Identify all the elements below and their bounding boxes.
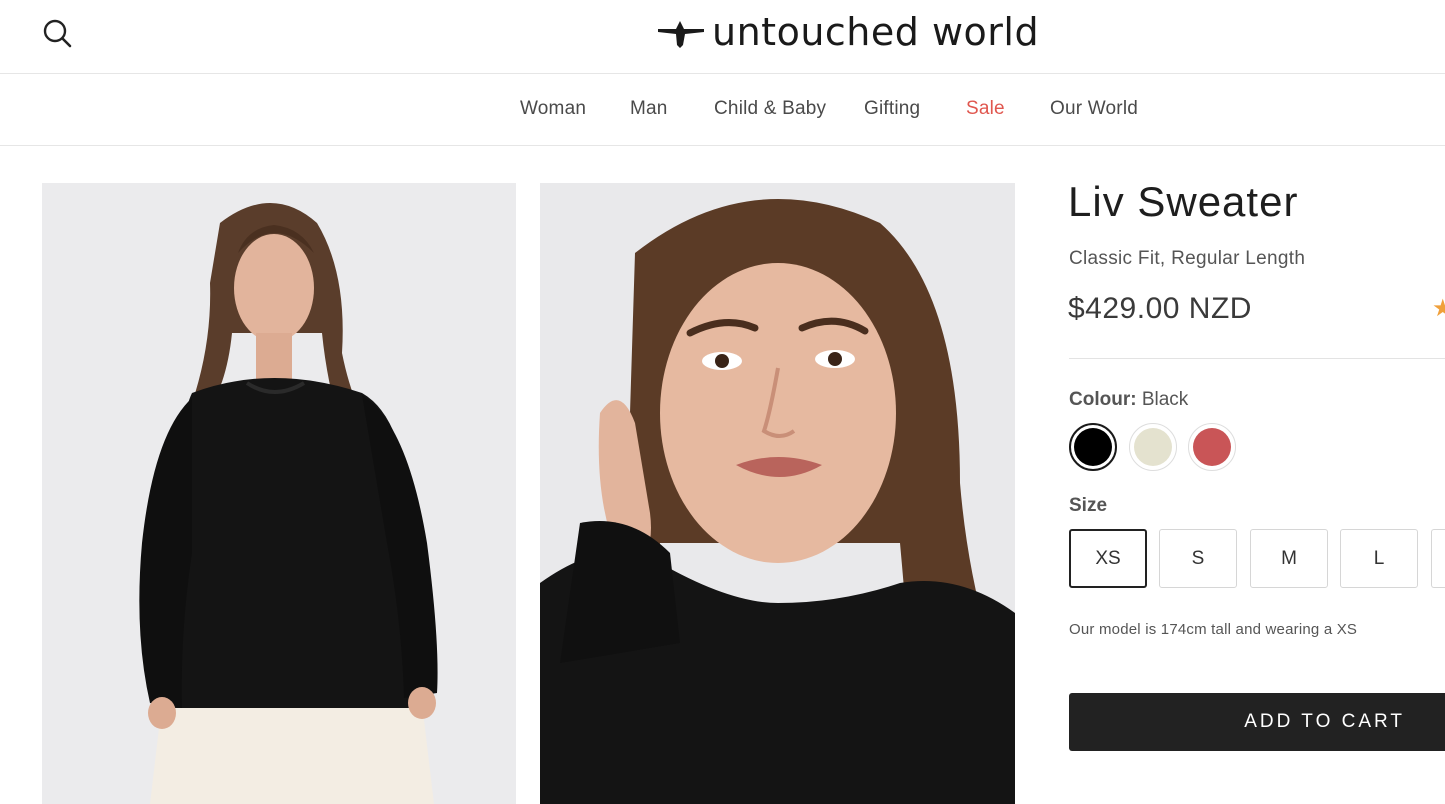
model-illustration — [42, 183, 516, 804]
swatch-color — [1074, 428, 1112, 466]
size-option-xs[interactable]: XS — [1069, 529, 1147, 588]
nav-item-sale[interactable]: Sale — [966, 98, 1005, 120]
logo-text: untouched world — [712, 10, 1040, 54]
swatch-color — [1193, 428, 1231, 466]
colour-label: Colour: — [1069, 389, 1137, 410]
size-option-l[interactable]: L — [1340, 529, 1418, 588]
colour-selection-label: Colour: Black — [1069, 389, 1188, 411]
colour-swatch-black[interactable] — [1069, 423, 1117, 471]
main-navigation: Woman Man Child & Baby Gifting Sale Our … — [0, 74, 1445, 146]
product-photo-close-up[interactable] — [540, 183, 1015, 804]
nav-item-our-world[interactable]: Our World — [1050, 98, 1138, 120]
rating-star-icon[interactable]: ★ — [1432, 294, 1445, 323]
colour-value: Black — [1141, 389, 1189, 410]
top-header: untouched world — [0, 0, 1445, 74]
size-option-s[interactable]: S — [1159, 529, 1237, 588]
nav-item-gifting[interactable]: Gifting — [864, 98, 920, 120]
nav-item-man[interactable]: Man — [630, 98, 668, 120]
size-label: Size — [1069, 495, 1108, 516]
product-title: Liv Sweater — [1068, 178, 1299, 225]
nav-item-woman[interactable]: Woman — [520, 98, 586, 120]
nav-item-child-baby[interactable]: Child & Baby — [714, 98, 826, 120]
colour-swatch-red[interactable] — [1188, 423, 1236, 471]
swatch-color — [1134, 428, 1172, 466]
product-price: $429.00 NZD — [1068, 292, 1252, 325]
size-option-partial[interactable] — [1431, 529, 1445, 588]
search-icon — [43, 19, 72, 48]
site-logo[interactable]: untouched world — [656, 8, 1039, 56]
add-to-cart-button[interactable]: ADD TO CART — [1069, 693, 1445, 751]
model-closeup-illustration — [540, 183, 1015, 804]
product-photo-full-body[interactable] — [42, 183, 516, 804]
search-button[interactable] — [40, 16, 74, 50]
size-option-m[interactable]: M — [1250, 529, 1328, 588]
bird-logo-icon — [658, 21, 704, 48]
colour-swatch-cream[interactable] — [1129, 423, 1177, 471]
model-size-note: Our model is 174cm tall and wearing a XS — [1069, 621, 1358, 638]
divider — [1069, 358, 1445, 359]
product-fit: Classic Fit, Regular Length — [1069, 248, 1306, 269]
